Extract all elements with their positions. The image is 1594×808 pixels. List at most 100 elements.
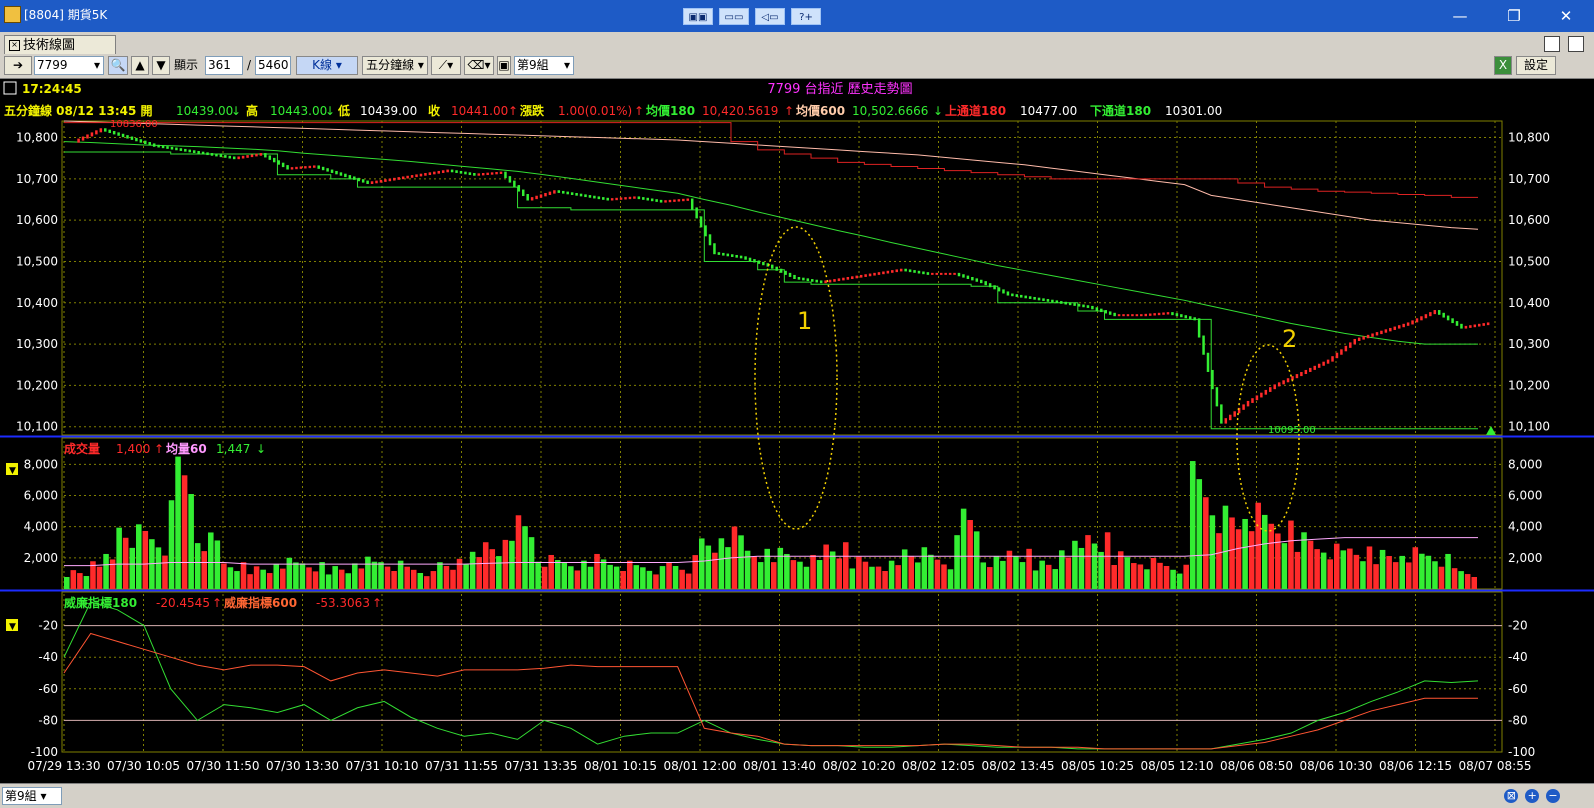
float-window-icon[interactable] (1544, 36, 1561, 52)
candle (1175, 313, 1179, 317)
settings-button[interactable]: 設定 (1516, 56, 1556, 75)
tab-technical-chart[interactable]: × 技術線圖 (4, 35, 116, 54)
candle (353, 176, 356, 180)
candle (77, 138, 80, 143)
candle (1406, 322, 1410, 326)
kline-type-dropdown[interactable]: K線 ▾ (296, 56, 358, 75)
volume-bar (659, 566, 666, 589)
volume-bar (1026, 548, 1032, 589)
candle (215, 153, 218, 157)
volume-bar (698, 538, 705, 589)
volume-bar (633, 565, 640, 589)
volume-bar (941, 564, 947, 589)
candle (490, 172, 494, 175)
total-count-input[interactable]: 5460 (255, 56, 291, 75)
period-dropdown[interactable]: 五分鐘線 ▾ (362, 56, 428, 75)
volume-bar (757, 562, 764, 589)
candle (757, 260, 761, 264)
help-button[interactable]: ?+ (791, 8, 821, 25)
tile-vertical-button[interactable]: ▭▭ (719, 8, 749, 25)
draw-line-icon[interactable]: ⟋▾ (431, 56, 461, 75)
volume-bar (1111, 565, 1117, 589)
volume-bar (64, 577, 70, 589)
x-tick-label: 07/31 13:35 (505, 759, 578, 773)
candle (726, 253, 730, 257)
volume-bar (915, 562, 921, 589)
volume-bar (928, 554, 934, 589)
candle (895, 269, 899, 273)
candle (521, 189, 525, 197)
candle (939, 272, 943, 275)
candle (499, 171, 503, 174)
williams-line-威廉指標180 (63, 601, 1479, 750)
volume-bar (548, 554, 554, 589)
chevron-down-icon: ▾ (93, 58, 100, 72)
candle (682, 198, 685, 202)
volume-bar (613, 566, 620, 589)
candle (228, 155, 232, 159)
zoom-in-icon[interactable]: + (1525, 789, 1540, 803)
group-select[interactable]: 第9組 ▾ (514, 56, 574, 75)
williams-tick-label-left: -80 (38, 713, 58, 727)
volume-bar (247, 574, 253, 589)
candle (553, 190, 556, 194)
candle (428, 172, 432, 176)
volume-bar (1078, 547, 1085, 589)
link-arrow-icon[interactable]: ➔ (4, 56, 32, 75)
status-group-select[interactable]: 第9組 ▾ (2, 787, 62, 805)
search-icon[interactable]: 🔍 (108, 56, 128, 75)
chart-svg[interactable]: 07/29 13:30 07/30 10:05 07/30 11:50 07/30 1… (0, 79, 1594, 783)
zoom-out-icon[interactable]: − (1546, 789, 1560, 803)
scroll-down-icon[interactable]: ▼ (152, 56, 170, 75)
candle (1464, 325, 1468, 329)
candle (424, 173, 427, 176)
candle (659, 199, 663, 203)
symbol-select[interactable]: 7799 ▾ (34, 56, 104, 75)
minimize-button[interactable]: — (1442, 4, 1478, 28)
x-tick-label: 07/29 13:30 (28, 759, 101, 773)
candle (619, 197, 623, 200)
candle (1113, 312, 1116, 317)
candle (1331, 356, 1334, 362)
close-window-icon[interactable] (1568, 36, 1584, 52)
candle (1486, 322, 1490, 326)
display-count-input[interactable]: 361 (205, 56, 243, 75)
candle (366, 180, 369, 184)
candle (904, 268, 907, 272)
restore-button[interactable]: ❐ (1496, 4, 1532, 28)
candle (535, 195, 538, 200)
candle (1446, 315, 1450, 321)
candle (104, 128, 107, 132)
excel-export-icon[interactable]: X (1494, 56, 1512, 75)
candle (1362, 336, 1365, 340)
tile-horizontal-button[interactable]: ▣▣ (683, 8, 713, 25)
candle (828, 279, 832, 283)
volume-bar (921, 547, 928, 589)
candle (148, 142, 151, 146)
volume-bar (574, 570, 581, 589)
fit-icon[interactable]: ⊠ (1504, 789, 1519, 803)
dock-button[interactable]: ◁▭ (755, 8, 785, 25)
volume-bar (1117, 551, 1124, 589)
close-tab-icon[interactable]: × (9, 40, 20, 51)
candle (401, 176, 405, 180)
eraser-icon[interactable]: ⌫▾ (464, 56, 494, 75)
candle (597, 196, 601, 200)
williams-tick-label-right: -40 (1508, 650, 1528, 664)
candle (397, 177, 400, 180)
candle (161, 145, 165, 149)
candle (1389, 327, 1392, 332)
close-button[interactable]: ✕ (1548, 4, 1584, 28)
candle (415, 174, 418, 178)
volume-bar (1327, 559, 1333, 589)
scroll-up-icon[interactable]: ▲ (131, 56, 149, 75)
volume-bar (175, 456, 181, 589)
save-icon[interactable]: ▣ (497, 56, 511, 75)
volume-bar (240, 562, 247, 589)
candle (477, 173, 481, 176)
volume-bar (1333, 543, 1340, 589)
candle (326, 168, 329, 172)
volume-bar (1340, 550, 1347, 589)
volume-bar (1288, 520, 1294, 589)
candle (268, 155, 272, 160)
